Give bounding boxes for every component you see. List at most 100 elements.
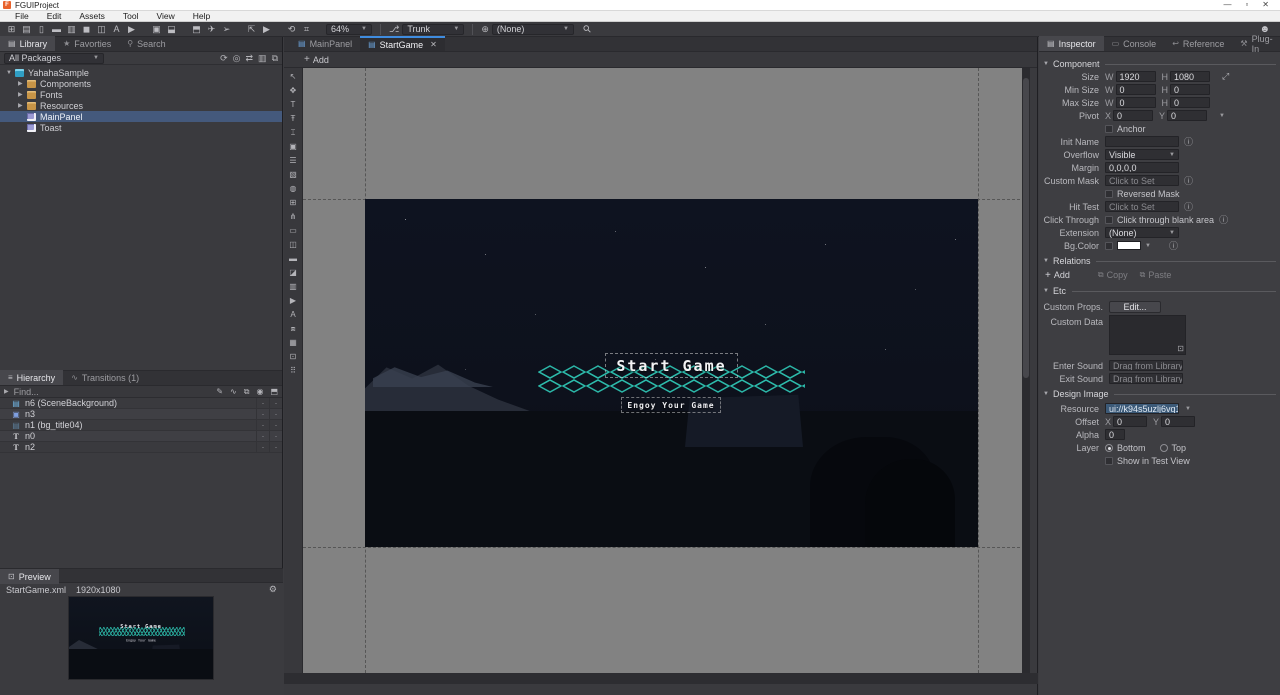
- scene-background-image[interactable]: Start Game Engoy Your Game: [365, 199, 978, 547]
- enter-sound-input[interactable]: Drag from Library: [1109, 360, 1183, 371]
- expand-icon[interactable]: ⤢: [1222, 71, 1229, 82]
- anchor-checkbox[interactable]: [1105, 125, 1113, 133]
- edit-icon[interactable]: ✎: [216, 387, 223, 397]
- maximize-button[interactable]: ▫: [1245, 0, 1248, 10]
- section-component[interactable]: ▼ Component: [1043, 58, 1276, 70]
- save-icon[interactable]: ⬓: [164, 23, 179, 36]
- component-tool-icon[interactable]: ⧈: [286, 322, 301, 335]
- alpha-input[interactable]: 0: [1105, 429, 1125, 440]
- preview-screen-icon[interactable]: ⌗: [299, 23, 314, 36]
- close-tab-icon[interactable]: ✕: [430, 40, 437, 49]
- exit-sound-input[interactable]: Drag from Library: [1109, 373, 1183, 384]
- swap-icon[interactable]: ⇄: [246, 53, 254, 64]
- tree-expander[interactable]: ▼: [6, 70, 15, 76]
- tab-favorites[interactable]: ★ Favorties: [55, 36, 119, 51]
- zoom-dropdown[interactable]: 64% ▼: [326, 24, 372, 35]
- progressbar-tool-icon[interactable]: ▬: [286, 252, 301, 265]
- init-name-input[interactable]: [1105, 136, 1179, 147]
- lock-toggle[interactable]: ·: [269, 442, 282, 452]
- node-n1[interactable]: ▤ n1 (bg_title04) · ·: [0, 420, 282, 431]
- title-text-node[interactable]: Start Game: [605, 353, 738, 378]
- size-w-input[interactable]: 1920: [1116, 71, 1156, 82]
- hit-test-input[interactable]: Click to Set: [1105, 201, 1179, 212]
- node-n0[interactable]: T n0 · ·: [0, 431, 282, 442]
- info-icon[interactable]: ⓘ: [1169, 239, 1178, 252]
- tab-hierarchy[interactable]: ≡ Hierarchy: [0, 370, 63, 385]
- combobox-tool-icon[interactable]: ◫: [286, 238, 301, 251]
- tab-preview[interactable]: ⊡ Preview: [0, 569, 59, 584]
- tree-tool-icon[interactable]: ⋔: [286, 210, 301, 223]
- slider-tool-icon[interactable]: ◪: [286, 266, 301, 279]
- tree-expander[interactable]: ▶: [18, 102, 27, 109]
- max-size-h-input[interactable]: 0: [1170, 97, 1210, 108]
- collapse-all-icon[interactable]: ▶: [4, 388, 9, 395]
- doc-tab-mainpanel[interactable]: ▤ MainPanel: [290, 36, 360, 51]
- stage-canvas[interactable]: Start Game Engoy Your Game: [303, 68, 1030, 678]
- size-h-input[interactable]: 1080: [1170, 71, 1210, 82]
- tab-inspector[interactable]: ▤ Inspector: [1039, 36, 1104, 51]
- export-icon[interactable]: ⇱: [244, 23, 259, 36]
- menu-help[interactable]: Help: [184, 11, 219, 22]
- publish-icon[interactable]: ✈: [204, 23, 219, 36]
- duplicate-icon[interactable]: ⧉: [244, 387, 250, 397]
- info-icon[interactable]: ⓘ: [1184, 135, 1193, 148]
- tab-search[interactable]: ⚲ Search: [119, 36, 173, 51]
- layers-icon[interactable]: ⧉: [272, 53, 278, 64]
- select-tool-icon[interactable]: ↖: [286, 70, 301, 83]
- reversed-mask-checkbox[interactable]: [1105, 190, 1113, 198]
- node-n3[interactable]: ▣ n3 · ·: [0, 409, 282, 420]
- image-tool-icon[interactable]: ▣: [286, 140, 301, 153]
- section-relations[interactable]: ▼ Relations: [1043, 255, 1276, 267]
- menu-view[interactable]: View: [147, 11, 183, 22]
- section-etc[interactable]: ▼ Etc: [1043, 285, 1276, 297]
- subtitle-text-node[interactable]: Engoy Your Game: [621, 397, 721, 413]
- tree-item-resources[interactable]: ▶ Resources: [0, 100, 282, 111]
- loop-icon[interactable]: ⟲: [284, 23, 299, 36]
- layer-top-radio[interactable]: [1160, 444, 1168, 452]
- refresh-icon[interactable]: ⟳: [220, 53, 228, 64]
- menu-tool[interactable]: Tool: [114, 11, 148, 22]
- min-size-h-input[interactable]: 0: [1170, 84, 1210, 95]
- new-button-icon[interactable]: ◼: [79, 23, 94, 36]
- custom-mask-input[interactable]: Click to Set: [1105, 175, 1179, 186]
- inputtext-tool-icon[interactable]: ⌶: [286, 126, 301, 139]
- margin-input[interactable]: 0,0,0,0: [1105, 162, 1179, 173]
- tab-console[interactable]: ▭ Console: [1104, 36, 1165, 51]
- tree-item-mainpanel[interactable]: MainPanel: [0, 111, 282, 122]
- add-relation-button[interactable]: + Add: [1045, 270, 1070, 281]
- max-size-w-input[interactable]: 0: [1116, 97, 1156, 108]
- visibility-toggle[interactable]: ·: [256, 420, 269, 430]
- new-slider-icon[interactable]: ◫: [94, 23, 109, 36]
- custom-data-textarea[interactable]: ⊡: [1109, 315, 1186, 355]
- tree-item-yahahasample[interactable]: ▼ YahahaSample: [0, 67, 282, 78]
- show-in-test-view-checkbox[interactable]: [1105, 457, 1113, 465]
- new-package-icon[interactable]: ⊞: [4, 23, 19, 36]
- chevron-down-icon[interactable]: ▼: [1185, 406, 1191, 412]
- graph-tool-icon[interactable]: ▧: [286, 168, 301, 181]
- spacer-tool-icon[interactable]: ⊡: [286, 350, 301, 363]
- minimize-button[interactable]: —: [1223, 0, 1231, 10]
- tree-expander[interactable]: ▶: [18, 80, 27, 87]
- list-tool-icon[interactable]: ☰: [286, 154, 301, 167]
- lock-toggle[interactable]: ·: [269, 398, 282, 408]
- vertical-scrollbar-thumb[interactable]: [1023, 78, 1029, 378]
- visibility-toggle[interactable]: ·: [256, 431, 269, 441]
- movieclip-tool-icon[interactable]: ▶: [286, 294, 301, 307]
- pivot-x-input[interactable]: 0: [1113, 110, 1153, 121]
- visibility-toggle[interactable]: ·: [256, 398, 269, 408]
- info-icon[interactable]: ⓘ: [1184, 200, 1193, 213]
- new-popup-icon[interactable]: ▥: [64, 23, 79, 36]
- new-image-icon[interactable]: ▣: [149, 23, 164, 36]
- menu-file[interactable]: File: [6, 11, 38, 22]
- chevron-down-icon[interactable]: ▼: [1145, 243, 1151, 249]
- close-button[interactable]: ✕: [1262, 0, 1269, 10]
- new-component-icon[interactable]: ▤: [19, 23, 34, 36]
- locale-dropdown[interactable]: (None) ▼: [492, 24, 574, 35]
- vertical-scrollbar[interactable]: [1022, 68, 1030, 678]
- resource-input[interactable]: ui://k94s5uzlj6vq1r: [1105, 403, 1179, 414]
- paste-relations-button[interactable]: ⧉ Paste: [1140, 270, 1172, 280]
- new-window-icon[interactable]: ▯: [34, 23, 49, 36]
- lock-column-icon[interactable]: ⬒: [270, 387, 278, 397]
- tree-item-components[interactable]: ▶ Components: [0, 78, 282, 89]
- visibility-column-icon[interactable]: ◉: [256, 387, 263, 397]
